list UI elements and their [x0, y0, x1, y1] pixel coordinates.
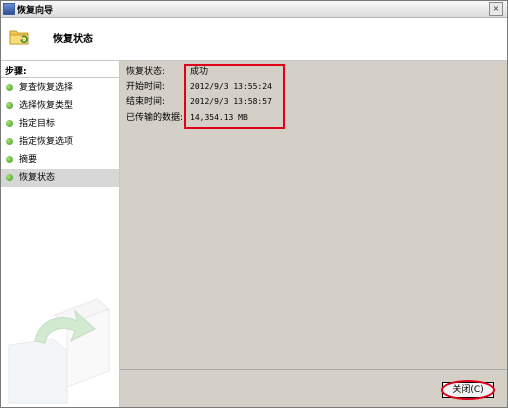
step-current-icon — [6, 174, 13, 181]
window-title: 恢复向导 — [17, 6, 54, 16]
steps-divider — [1, 77, 119, 78]
step-label: 选择恢复类型 — [19, 101, 74, 111]
wizard-footer: 关闭(C) — [120, 369, 507, 407]
restore-watermark-icon — [8, 298, 110, 404]
window-close-button[interactable]: × — [489, 2, 503, 16]
start-time-key: 开始时间: — [126, 82, 166, 92]
step-label: 摘要 — [19, 155, 38, 165]
app-icon — [3, 3, 15, 15]
step-complete-icon — [6, 102, 13, 109]
step-label: 指定恢复选项 — [19, 137, 74, 147]
step-complete-icon — [6, 138, 13, 145]
page-title: 恢复状态 — [53, 34, 93, 45]
wizard-window: 恢复向导 × 恢复状态 步骤: 复查恢复选择 选择恢复类型 指定目标 指定恢复选… — [0, 0, 508, 408]
title-bar[interactable]: 恢复向导 × — [1, 1, 507, 18]
steps-label: 步骤: — [5, 67, 27, 77]
status-panel: 恢复状态: 成功 开始时间: 2012/9/3 13:55:24 结束时间: 2… — [120, 61, 507, 369]
step-item-summary: 摘要 — [1, 151, 119, 169]
steps-list: 复查恢复选择 选择恢复类型 指定目标 指定恢复选项 摘要 恢复状态 — [1, 79, 119, 187]
folder-icon — [9, 30, 29, 45]
transferred-key: 已传输的数据: — [126, 113, 184, 123]
step-item-recovery-status: 恢复状态 — [1, 169, 119, 187]
step-item-recovery-type: 选择恢复类型 — [1, 97, 119, 115]
annotation-highlight-box — [184, 64, 285, 129]
wizard-header: 恢复状态 — [1, 18, 507, 61]
step-item-recovery-options: 指定恢复选项 — [1, 133, 119, 151]
step-complete-icon — [6, 156, 13, 163]
step-complete-icon — [6, 120, 13, 127]
step-item-target: 指定目标 — [1, 115, 119, 133]
status-key: 恢复状态: — [126, 67, 166, 77]
step-label: 指定目标 — [19, 119, 56, 129]
step-label: 恢复状态 — [19, 173, 56, 183]
steps-sidebar: 步骤: 复查恢复选择 选择恢复类型 指定目标 指定恢复选项 摘要 恢复状态 — [1, 61, 120, 407]
end-time-key: 结束时间: — [126, 97, 166, 107]
annotation-highlight-ring — [441, 380, 495, 400]
step-complete-icon — [6, 84, 13, 91]
step-item-review-selection: 复查恢复选择 — [1, 79, 119, 97]
step-label: 复查恢复选择 — [19, 83, 74, 93]
